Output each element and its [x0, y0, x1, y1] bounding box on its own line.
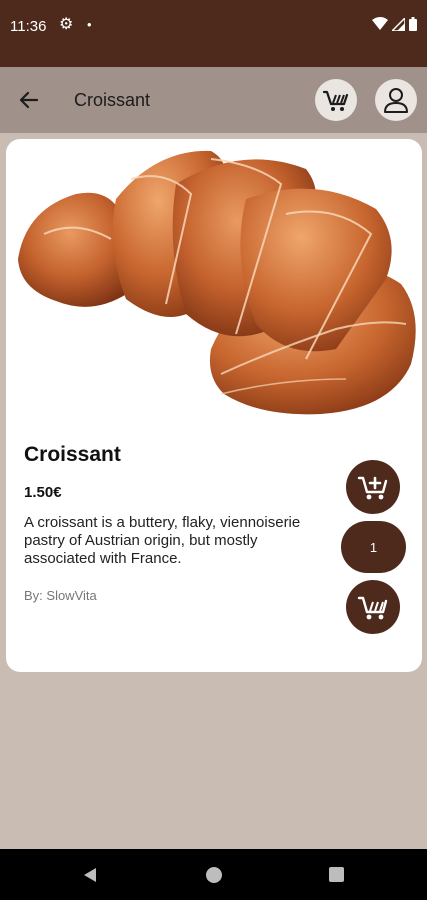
- system-nav-bar: [0, 849, 427, 900]
- product-name: Croissant: [24, 443, 121, 466]
- product-author: By: SlowVita: [24, 588, 97, 603]
- nav-recents-icon[interactable]: [329, 867, 344, 882]
- remove-from-cart-icon: [357, 596, 388, 620]
- back-arrow-icon: [19, 91, 39, 109]
- page-title: Croissant: [74, 90, 151, 110]
- product-card: Croissant 1.50€ A croissant is a buttery…: [6, 139, 422, 672]
- gear-icon: ⚙: [59, 16, 74, 33]
- remove-from-cart-button[interactable]: [346, 580, 400, 634]
- status-bar: 11:36 ⚙ •: [0, 0, 427, 67]
- shopping-cart-icon: [322, 90, 349, 111]
- cart-button[interactable]: [315, 79, 357, 121]
- status-time: 11:36: [10, 18, 47, 35]
- add-to-cart-button[interactable]: [346, 460, 400, 514]
- notification-dot: •: [87, 17, 92, 32]
- account-icon: [384, 88, 408, 113]
- add-to-cart-icon: [357, 476, 388, 500]
- wifi-icon: [372, 17, 388, 30]
- product-description: A croissant is a buttery, flaky, viennoi…: [24, 514, 301, 567]
- croissant-image: [18, 150, 416, 415]
- nav-home-icon[interactable]: [206, 867, 222, 883]
- quantity-display: 1: [341, 521, 406, 573]
- status-icons: [372, 17, 417, 31]
- signal-icon: [392, 17, 405, 31]
- back-button[interactable]: [14, 85, 44, 115]
- app-bar: Croissant: [0, 67, 427, 133]
- account-button[interactable]: [375, 79, 417, 121]
- product-price: 1.50€: [24, 484, 62, 501]
- battery-icon: [409, 17, 417, 31]
- nav-back-icon[interactable]: [82, 867, 98, 883]
